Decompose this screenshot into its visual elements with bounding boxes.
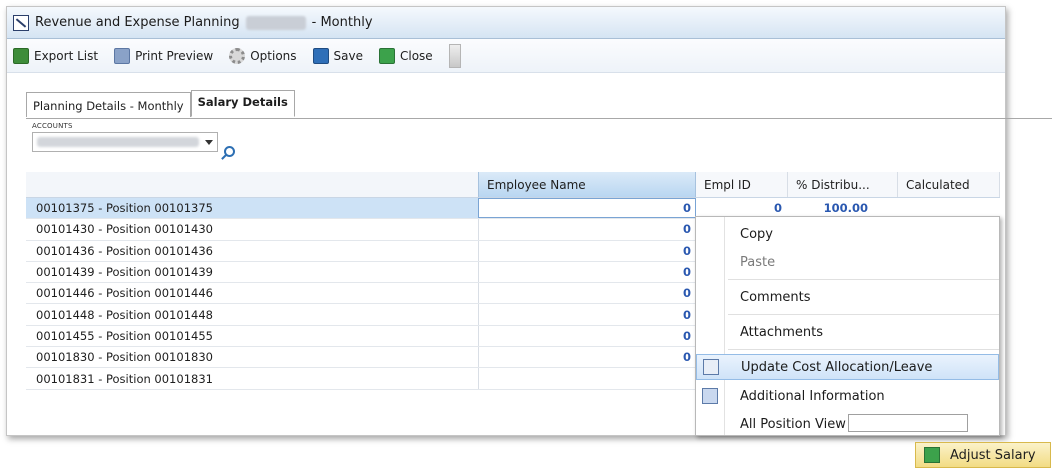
menu-item-update-cost-label: Update Cost Allocation/Leave [741,359,933,375]
menu-separator [728,349,999,350]
tab-content-border [26,118,1052,119]
menu-item-copy[interactable]: Copy [696,221,999,247]
employee-cell[interactable]: 0 [478,347,696,368]
print-preview-label: Print Preview [135,48,214,63]
position-cell: 00101439 - Position 00101439 [36,265,213,280]
menu-separator [728,314,999,315]
menu-item-comments[interactable]: Comments [696,284,999,310]
position-cell: 00101831 - Position 00101831 [36,371,213,386]
adjust-salary-button[interactable]: Adjust Salary [915,442,1051,468]
menu-item-position-view-label: All Position View [740,416,846,432]
export-list-label: Export List [34,48,99,63]
tab-planning-details-monthly[interactable]: Planning Details - Monthly [26,92,191,117]
column-empl-id[interactable]: Empl ID [696,172,788,197]
floppy-disk-icon [312,47,329,64]
column-employee-name[interactable]: Employee Name [478,172,696,197]
employee-cell[interactable]: 0 [478,304,696,325]
distribution-cell: 100.00 [823,201,868,216]
grid-header-position [26,172,478,197]
accounts-dropdown[interactable] [32,132,218,152]
chevron-down-icon [205,139,213,145]
close-button[interactable]: Close [379,47,433,64]
grid-header: Employee Name Empl ID % Distribu... Calc… [26,172,1000,198]
position-cell: 00101430 - Position 00101430 [36,222,213,237]
position-view-field[interactable] [848,414,968,432]
empl-id-cell: 0 [773,201,782,216]
column-distribution[interactable]: % Distribu... [788,172,898,197]
position-cell: 00101455 - Position 00101455 [36,328,213,343]
employee-cell[interactable]: 0 [478,219,696,240]
menu-item-paste[interactable]: Paste [696,249,999,275]
menu-separator [728,279,999,280]
menu-item-update-cost-allocation[interactable]: Update Cost Allocation/Leave [696,354,999,380]
toolbar-overflow-button[interactable] [448,43,461,68]
position-cell: 00101830 - Position 00101830 [36,350,213,365]
excel-export-icon [13,47,29,64]
document-list-icon [703,359,719,375]
redacted-entity-name [245,15,306,30]
save-label: Save [333,48,363,63]
window-title-suffix: - Monthly [311,15,373,30]
employee-cell[interactable]: 0 [478,261,696,283]
adjust-salary-label: Adjust Salary [950,447,1036,463]
close-label: Close [400,48,433,63]
menu-item-attachments[interactable]: Attachments [696,319,999,345]
tab-strip: Planning Details - Monthly Salary Detail… [26,90,295,117]
position-cell: 00101375 - Position 00101375 [26,198,478,219]
print-preview-button[interactable]: Print Preview [114,47,214,64]
position-cell: 00101436 - Position 00101436 [36,243,213,258]
toolbar: Export List Print Preview Options Save C… [7,39,1005,73]
window-title-prefix: Revenue and Expense Planning [35,15,240,30]
column-calculated[interactable]: Calculated [898,172,1000,197]
accounts-redacted-value [37,137,199,147]
employee-cell[interactable]: 0 [478,283,696,304]
accounts-label: ACCOUNTS [32,122,73,130]
employee-cell[interactable]: 0 [478,240,696,261]
position-cell: 00101446 - Position 00101446 [36,286,213,301]
export-list-button[interactable]: Export List [13,47,99,64]
close-door-icon [379,47,395,64]
gear-icon [229,47,246,64]
title-bar: Revenue and Expense Planning - Monthly [7,7,1005,39]
context-menu: Copy Paste Comments Attachments Update C… [695,216,1000,436]
save-button[interactable]: Save [312,47,363,64]
printer-icon [114,47,131,64]
options-button[interactable]: Options [229,47,297,64]
search-icon[interactable] [224,146,235,157]
options-label: Options [250,48,297,63]
employee-cell[interactable]: 0 [478,325,696,347]
position-cell: 00101448 - Position 00101448 [36,307,213,322]
menu-item-additional-information[interactable]: Additional Information [696,383,999,409]
tab-salary-details[interactable]: Salary Details [190,90,295,117]
accounts-filter: ACCOUNTS [32,122,218,152]
employee-cell[interactable] [478,368,696,389]
info-card-icon [702,388,718,404]
employee-cell[interactable]: 0 [478,198,696,219]
adjust-salary-icon [924,447,940,463]
menu-item-additional-info-label: Additional Information [740,388,885,404]
app-logo-icon [13,14,29,31]
